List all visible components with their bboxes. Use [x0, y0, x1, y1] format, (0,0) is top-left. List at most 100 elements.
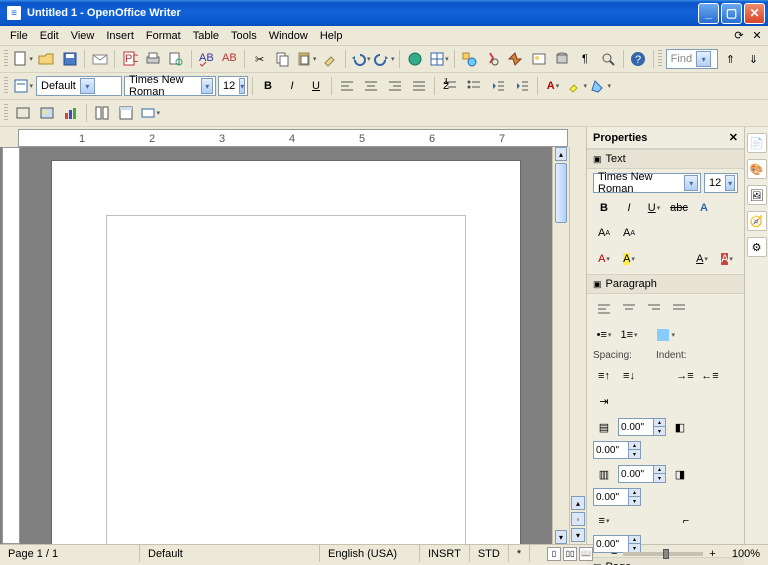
- find-replace-button[interactable]: [482, 48, 503, 70]
- functions-tab-button[interactable]: ⚙: [747, 237, 767, 257]
- find-combo[interactable]: Find ▾: [666, 49, 718, 69]
- space-below-input[interactable]: ▴▾: [618, 465, 666, 483]
- next-page-button[interactable]: ▾: [571, 528, 585, 542]
- horizontal-ruler[interactable]: 1 2 3 4 5 6 7: [18, 129, 568, 147]
- scroll-thumb[interactable]: [555, 163, 567, 223]
- toolbar-grip[interactable]: [658, 50, 662, 68]
- dropdown-arrow-icon[interactable]: ▾: [80, 78, 95, 94]
- new-button[interactable]: [12, 48, 34, 70]
- undo-button[interactable]: [349, 48, 371, 70]
- bullet-list-button[interactable]: [463, 75, 485, 97]
- navigator-tab-button[interactable]: 🧭: [747, 211, 767, 231]
- format-paintbrush-button[interactable]: [319, 48, 340, 70]
- menu-help[interactable]: Help: [314, 28, 349, 44]
- space-above-input[interactable]: ▴▾: [618, 418, 666, 436]
- char-spacing-button[interactable]: A: [691, 248, 713, 270]
- menu-tools[interactable]: Tools: [225, 28, 263, 44]
- sidebar-close-button[interactable]: ✕: [729, 131, 738, 144]
- highlight-color-button[interactable]: A: [618, 248, 640, 270]
- menu-insert[interactable]: Insert: [100, 28, 140, 44]
- close-doc-icon[interactable]: ✕: [750, 29, 764, 43]
- navigator-button[interactable]: [505, 48, 526, 70]
- status-page[interactable]: Page 1 / 1: [0, 545, 140, 562]
- menu-view[interactable]: View: [65, 28, 101, 44]
- font-color-button[interactable]: A: [542, 75, 564, 97]
- sidebar-font-combo[interactable]: Times New Roman ▾: [593, 173, 701, 193]
- menu-edit[interactable]: Edit: [34, 28, 65, 44]
- hyperlink-button[interactable]: [404, 48, 425, 70]
- font-color-button[interactable]: A: [593, 248, 615, 270]
- panel-paragraph-header[interactable]: ▣ Paragraph: [587, 274, 744, 294]
- dropdown-arrow-icon[interactable]: ▾: [239, 78, 245, 94]
- decrease-indent-button[interactable]: ←≡: [699, 365, 721, 387]
- nonprinting-button[interactable]: ¶: [574, 48, 595, 70]
- align-justify-button[interactable]: [668, 298, 690, 320]
- show-draw-button[interactable]: [459, 48, 480, 70]
- align-right-button[interactable]: [384, 75, 406, 97]
- bold-button[interactable]: B: [257, 75, 279, 97]
- insert-image-button[interactable]: [36, 102, 58, 124]
- zoom-in-button[interactable]: +: [709, 548, 715, 560]
- status-language[interactable]: English (USA): [320, 545, 420, 562]
- toolbar-grip[interactable]: [4, 77, 8, 95]
- bullet-list-button[interactable]: •≡: [593, 324, 615, 346]
- para-bgcolor-button[interactable]: [654, 324, 676, 346]
- redo-button[interactable]: [373, 48, 395, 70]
- highlight-button[interactable]: [566, 75, 588, 97]
- superscript-button[interactable]: AA: [593, 222, 615, 244]
- insert-header-button[interactable]: [115, 102, 137, 124]
- toolbar-grip[interactable]: [4, 104, 8, 122]
- paragraph-style-combo[interactable]: Default ▾: [36, 76, 122, 96]
- menu-file[interactable]: File: [4, 28, 34, 44]
- cut-button[interactable]: ✂: [249, 48, 270, 70]
- view-book-button[interactable]: 📖: [579, 547, 593, 561]
- align-justify-button[interactable]: [408, 75, 430, 97]
- styles-button[interactable]: [12, 75, 34, 97]
- italic-button[interactable]: I: [618, 197, 640, 219]
- find-next-button[interactable]: ⇓: [743, 48, 764, 70]
- prev-page-button[interactable]: ▴: [571, 496, 585, 510]
- properties-tab-button[interactable]: 📄: [747, 133, 767, 153]
- save-button[interactable]: [59, 48, 80, 70]
- font-name-combo[interactable]: Times New Roman ▾: [124, 76, 216, 96]
- italic-button[interactable]: I: [281, 75, 303, 97]
- indent-right-input[interactable]: ▴▾: [593, 488, 641, 506]
- dropdown-arrow-icon[interactable]: ▾: [684, 175, 698, 191]
- gallery-button[interactable]: [528, 48, 549, 70]
- scroll-up-button[interactable]: ▴: [555, 147, 567, 161]
- line-spacing-button[interactable]: ≡: [593, 510, 615, 532]
- numbered-list-button[interactable]: 1≡: [618, 324, 640, 346]
- increase-indent-button[interactable]: [511, 75, 533, 97]
- styles-tab-button[interactable]: 🎨: [747, 159, 767, 179]
- menu-table[interactable]: Table: [187, 28, 225, 44]
- status-insert-mode[interactable]: INSRT: [420, 545, 470, 562]
- minimize-button[interactable]: _: [698, 3, 719, 24]
- underline-button[interactable]: U: [305, 75, 327, 97]
- zoom-out-button[interactable]: −: [611, 548, 617, 560]
- font-size-combo[interactable]: 12 ▾: [218, 76, 248, 96]
- insert-section-button[interactable]: [91, 102, 113, 124]
- find-prev-button[interactable]: ⇑: [720, 48, 741, 70]
- toolbar-grip[interactable]: [4, 50, 8, 68]
- open-button[interactable]: [36, 48, 57, 70]
- underline-button[interactable]: U: [643, 197, 665, 219]
- align-center-button[interactable]: [618, 298, 640, 320]
- subscript-button[interactable]: AA: [618, 222, 640, 244]
- panel-text-header[interactable]: ▣ Text: [587, 149, 744, 169]
- help-button[interactable]: ?: [628, 48, 649, 70]
- increase-spacing-button[interactable]: ≡↑: [593, 365, 615, 387]
- zoom-button[interactable]: [598, 48, 619, 70]
- table-button[interactable]: [428, 48, 450, 70]
- align-left-button[interactable]: [336, 75, 358, 97]
- align-left-button[interactable]: [593, 298, 615, 320]
- export-pdf-button[interactable]: PDF: [119, 48, 140, 70]
- bold-button[interactable]: B: [593, 197, 615, 219]
- decrease-indent-button[interactable]: [487, 75, 509, 97]
- strikethrough-button[interactable]: abc: [668, 197, 690, 219]
- print-button[interactable]: [142, 48, 163, 70]
- zoom-value[interactable]: 100%: [724, 545, 768, 562]
- scroll-down-button[interactable]: ▾: [555, 530, 567, 544]
- insert-field-button[interactable]: [139, 102, 161, 124]
- dropdown-arrow-icon[interactable]: ▾: [201, 78, 213, 94]
- email-button[interactable]: [89, 48, 110, 70]
